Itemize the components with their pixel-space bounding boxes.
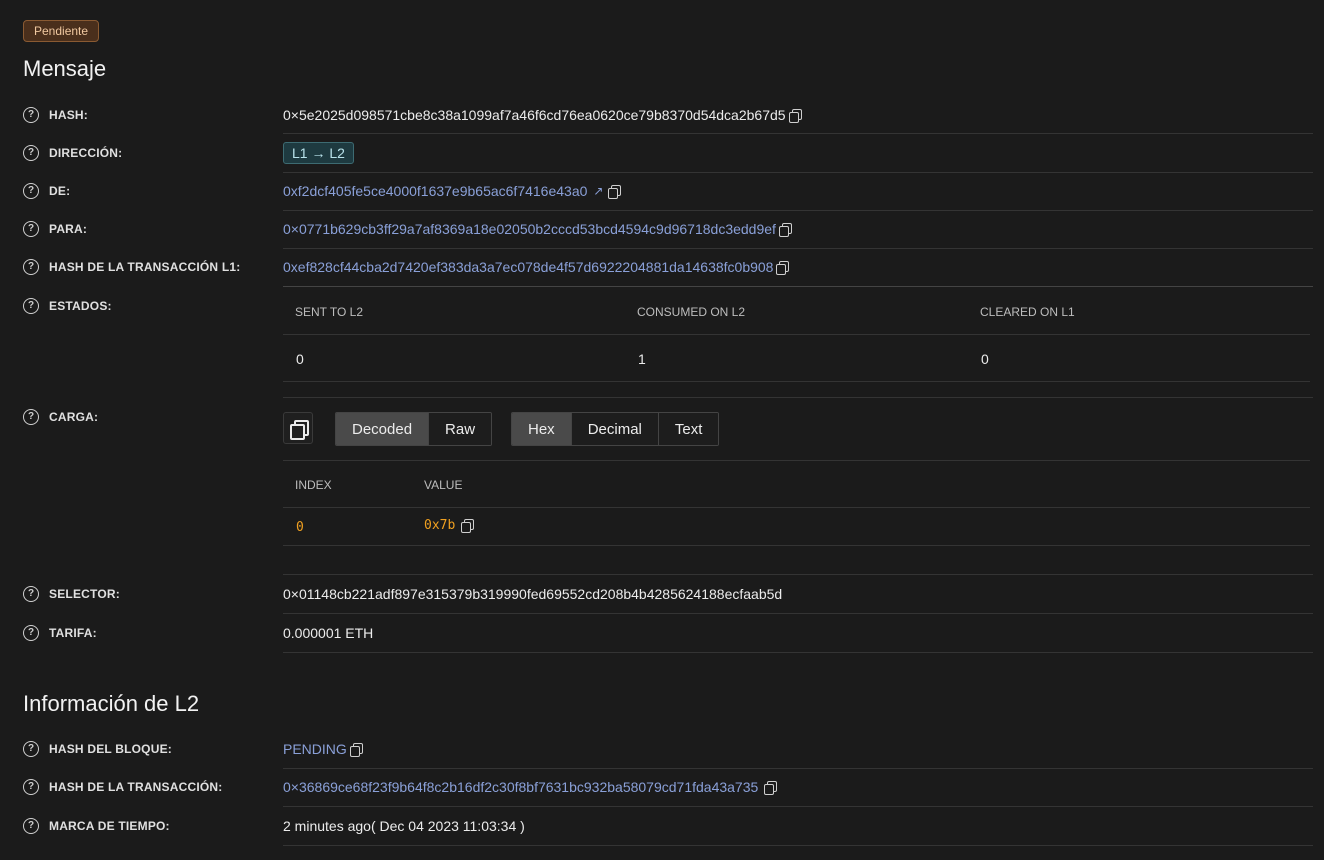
help-icon[interactable]: ? (23, 818, 39, 834)
raw-button[interactable]: Raw (429, 413, 492, 445)
divider (283, 652, 1313, 653)
divider (283, 248, 1313, 249)
divider (283, 845, 1313, 846)
external-link-icon[interactable]: ↗ (593, 185, 605, 197)
help-icon[interactable]: ? (23, 741, 39, 757)
copy-payload-button[interactable] (283, 412, 313, 444)
direction-label: DIRECCIÓN: (49, 146, 123, 160)
help-icon[interactable]: ? (23, 409, 39, 425)
copy-icon (290, 420, 309, 440)
help-icon[interactable]: ? (23, 145, 39, 161)
states-column-header: CLEARED ON L1 (980, 305, 1075, 319)
help-icon[interactable]: ? (23, 259, 39, 275)
states-cell: 0 (296, 351, 304, 367)
hash-value: 0×5e2025d098571cbe8c38a1099af7a46f6cd76e… (283, 107, 786, 123)
copy-icon[interactable] (764, 780, 778, 795)
selector-value: 0×01148cb221adf897e315379b319990fed69552… (283, 586, 783, 602)
divider (283, 172, 1313, 173)
payload-column-header: VALUE (424, 478, 463, 492)
help-icon[interactable]: ? (23, 298, 39, 314)
block-hash-label: HASH DEL BLOQUE: (49, 742, 172, 756)
help-icon[interactable]: ? (23, 221, 39, 237)
view-mode-toggle: Decoded Raw (335, 412, 493, 446)
states-column-header: CONSUMED ON L2 (637, 305, 746, 319)
divider (283, 768, 1313, 769)
direction-tag: L1 → L2 (283, 142, 354, 164)
divider (283, 133, 1313, 134)
status-badge: Pendiente (23, 20, 100, 42)
copy-icon[interactable] (461, 519, 475, 533)
payload-index-cell: 0 (296, 520, 304, 535)
selector-label: SELECTOR: (49, 587, 120, 601)
tx-hash-label: HASH DE LA TRANSACCIÓN: (49, 780, 223, 794)
states-label: ESTADOS: (49, 299, 112, 313)
help-icon[interactable]: ? (23, 586, 39, 602)
from-label: DE: (49, 184, 71, 198)
format-toggle: Hex Decimal Text (511, 412, 720, 446)
decoded-button[interactable]: Decoded (336, 413, 430, 445)
payload-value-cell: 0x7b (424, 518, 456, 533)
divider (283, 397, 1313, 398)
payload-column-header: INDEX (295, 478, 332, 492)
decimal-button[interactable]: Decimal (571, 413, 659, 445)
copy-icon[interactable] (349, 742, 363, 757)
hex-button[interactable]: Hex (512, 413, 572, 445)
copy-icon[interactable] (608, 184, 622, 199)
copy-icon[interactable] (778, 222, 792, 237)
divider (283, 210, 1313, 211)
divider (283, 381, 1310, 382)
payload-label: CARGA: (49, 410, 99, 424)
l1-tx-hash-link[interactable]: 0xef828cf44cba2d7420ef383da3a7ec078de4f5… (283, 259, 773, 275)
to-label: PARA: (49, 222, 88, 236)
divider (283, 806, 1313, 807)
help-icon[interactable]: ? (23, 107, 39, 123)
help-icon[interactable]: ? (23, 183, 39, 199)
help-icon[interactable]: ? (23, 779, 39, 795)
states-cell: 1 (638, 351, 646, 367)
to-address-link[interactable]: 0×0771b629cb3ff29a7af8369a18e02050b2cccd… (283, 221, 776, 237)
divider (283, 613, 1313, 614)
timestamp-label: MARCA DE TIEMPO: (49, 819, 170, 833)
text-button[interactable]: Text (658, 413, 719, 445)
fee-value: 0.000001 ETH (283, 625, 374, 641)
states-cell: 0 (981, 351, 989, 367)
states-column-header: SENT TO L2 (295, 305, 364, 319)
l1-tx-hash-label: HASH DE LA TRANSACCIÓN L1: (49, 260, 241, 274)
l2-info-section-title: Información de L2 (23, 691, 200, 716)
divider (283, 286, 1313, 287)
divider (283, 574, 1313, 575)
hash-label: HASH: (49, 108, 88, 122)
fee-label: TARIFA: (49, 626, 97, 640)
message-section-title: Mensaje (23, 56, 107, 81)
help-icon[interactable]: ? (23, 625, 39, 641)
divider (283, 507, 1310, 508)
block-hash-link[interactable]: PENDING (283, 741, 347, 757)
copy-icon[interactable] (788, 108, 802, 123)
divider (283, 334, 1310, 335)
from-address-link[interactable]: 0xf2dcf405fe5ce4000f1637e9b65ac6f7416e43… (283, 183, 587, 199)
divider (283, 545, 1310, 546)
copy-icon[interactable] (776, 260, 790, 275)
tx-hash-link[interactable]: 0×36869ce68f23f9b64f8c2b16df2c30f8bf7631… (283, 779, 758, 795)
divider (283, 460, 1310, 461)
timestamp-value: 2 minutes ago( Dec 04 2023 11:03:34 ) (283, 818, 525, 834)
